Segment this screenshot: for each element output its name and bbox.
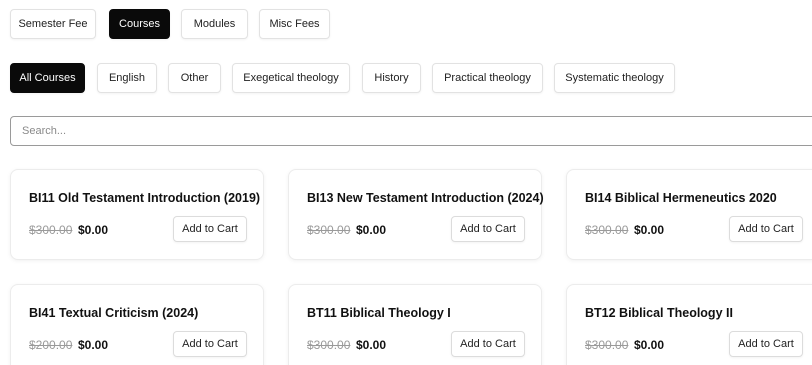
filter-systematic-theology[interactable]: Systematic theology xyxy=(554,63,675,93)
course-card: BI13 New Testament Introduction (2024) $… xyxy=(288,169,544,260)
course-title: BI11 Old Testament Introduction (2019) xyxy=(29,191,261,205)
course-title: BT11 Biblical Theology I xyxy=(307,306,451,320)
original-price: $300.00 xyxy=(307,338,351,352)
original-price: $300.00 xyxy=(585,338,629,352)
original-price: $200.00 xyxy=(29,338,73,352)
course-title: BI41 Textual Criticism (2024) xyxy=(29,306,199,320)
tab-modules[interactable]: Modules xyxy=(181,9,248,39)
course-title: BI14 Biblical Hermeneutics 2020 xyxy=(585,191,777,205)
current-price: $0.00 xyxy=(78,223,109,237)
current-price: $0.00 xyxy=(78,338,109,352)
filter-all-courses[interactable]: All Courses xyxy=(10,63,85,93)
add-to-cart-button[interactable]: Add to Cart xyxy=(729,216,803,242)
add-to-cart-button[interactable]: Add to Cart xyxy=(451,216,525,242)
current-price: $0.00 xyxy=(634,338,665,352)
current-price: $0.00 xyxy=(356,338,387,352)
add-to-cart-button[interactable]: Add to Cart xyxy=(173,216,247,242)
original-price: $300.00 xyxy=(585,223,629,237)
tab-semester-fee[interactable]: Semester Fee xyxy=(10,9,96,39)
filter-english[interactable]: English xyxy=(97,63,157,93)
tab-courses[interactable]: Courses xyxy=(109,9,170,39)
add-to-cart-button[interactable]: Add to Cart xyxy=(451,331,525,357)
course-card: BI11 Old Testament Introduction (2019) $… xyxy=(10,169,264,260)
filter-other[interactable]: Other xyxy=(168,63,221,93)
tab-misc-fees[interactable]: Misc Fees xyxy=(259,9,330,39)
course-title: BT12 Biblical Theology II xyxy=(585,306,733,320)
filter-history[interactable]: History xyxy=(362,63,421,93)
search-input[interactable] xyxy=(10,116,812,146)
course-card: BI41 Textual Criticism (2024) $200.00 $0… xyxy=(10,284,264,365)
course-card: BT11 Biblical Theology I $300.00 $0.00 A… xyxy=(288,284,542,365)
course-card: BT12 Biblical Theology II $300.00 $0.00 … xyxy=(566,284,812,365)
add-to-cart-button[interactable]: Add to Cart xyxy=(173,331,247,357)
current-price: $0.00 xyxy=(356,223,387,237)
original-price: $300.00 xyxy=(29,223,73,237)
filter-exegetical-theology[interactable]: Exegetical theology xyxy=(232,63,350,93)
course-title: BI13 New Testament Introduction (2024) xyxy=(307,191,544,205)
original-price: $300.00 xyxy=(307,223,351,237)
add-to-cart-button[interactable]: Add to Cart xyxy=(729,331,803,357)
filter-practical-theology[interactable]: Practical theology xyxy=(432,63,543,93)
course-card: BI14 Biblical Hermeneutics 2020 $300.00 … xyxy=(566,169,812,260)
current-price: $0.00 xyxy=(634,223,665,237)
